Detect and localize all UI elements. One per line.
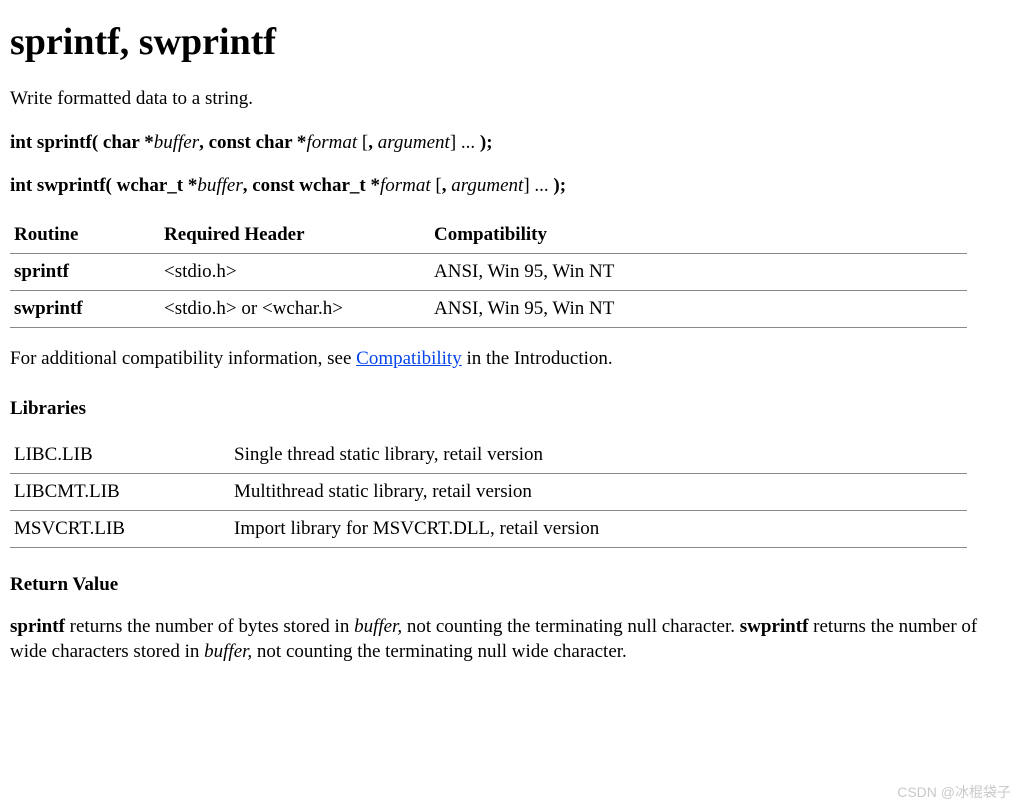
table-row: swprintf <stdio.h> or <wchar.h> ANSI, Wi… (10, 290, 967, 327)
sig-param: format (306, 132, 357, 153)
sig-text: ); (553, 175, 566, 196)
col-routine: Routine (10, 217, 160, 254)
table-row: MSVCRT.LIB Import library for MSVCRT.DLL… (10, 511, 967, 548)
cell-header: <stdio.h> (160, 253, 430, 290)
libraries-heading: Libraries (10, 396, 1007, 422)
compat-note-pre: For additional compatibility information… (10, 348, 356, 369)
sig-text: int sprintf( char * (10, 132, 154, 153)
ret-param: buffer, (354, 616, 402, 637)
signature-swprintf: int swprintf( wchar_t *buffer, const wch… (10, 173, 1007, 199)
return-value-heading: Return Value (10, 572, 1007, 598)
compatibility-table: Routine Required Header Compatibility sp… (10, 217, 967, 328)
col-compatibility: Compatibility (430, 217, 967, 254)
intro-text: Write formatted data to a string. (10, 86, 1007, 112)
sig-text: , (442, 175, 452, 196)
return-line: sprintf returns the number of bytes stor… (10, 614, 1007, 665)
cell-libdesc: Multithread static library, retail versi… (230, 474, 967, 511)
ret-param: buffer, (204, 641, 252, 662)
ret-text: not counting the terminating null wide c… (252, 641, 627, 662)
ret-func: sprintf (10, 616, 65, 637)
table-header-row: Routine Required Header Compatibility (10, 217, 967, 254)
sig-text: ); (480, 132, 493, 153)
table-row: sprintf <stdio.h> ANSI, Win 95, Win NT (10, 253, 967, 290)
sig-text: ] ... (523, 175, 553, 196)
ret-text: returns the number of bytes stored in (65, 616, 354, 637)
cell-libname: MSVCRT.LIB (10, 511, 230, 548)
cell-compat: ANSI, Win 95, Win NT (430, 290, 967, 327)
watermark: CSDN @冰棍袋子 (897, 782, 1011, 802)
sig-text: [ (357, 132, 368, 153)
sig-text: int swprintf( wchar_t * (10, 175, 197, 196)
page-title: sprintf, swprintf (10, 20, 1007, 64)
return-value-text: sprintf returns the number of bytes stor… (10, 614, 1007, 665)
compat-note-post: in the Introduction. (462, 348, 613, 369)
sig-param: argument (378, 132, 450, 153)
cell-header: <stdio.h> or <wchar.h> (160, 290, 430, 327)
col-required-header: Required Header (160, 217, 430, 254)
cell-libdesc: Import library for MSVCRT.DLL, retail ve… (230, 511, 967, 548)
cell-libdesc: Single thread static library, retail ver… (230, 437, 967, 474)
sig-param: buffer (154, 132, 199, 153)
sig-text: , const char * (199, 132, 306, 153)
sig-param: format (380, 175, 431, 196)
cell-routine: sprintf (10, 253, 160, 290)
sig-param: argument (451, 175, 523, 196)
table-row: LIBC.LIB Single thread static library, r… (10, 437, 967, 474)
sig-text: , (368, 132, 378, 153)
signature-sprintf: int sprintf( char *buffer, const char *f… (10, 130, 1007, 156)
sig-text: [ (431, 175, 442, 196)
sig-text: , const wchar_t * (243, 175, 380, 196)
cell-compat: ANSI, Win 95, Win NT (430, 253, 967, 290)
cell-routine: swprintf (10, 290, 160, 327)
table-row: LIBCMT.LIB Multithread static library, r… (10, 474, 967, 511)
libraries-table: LIBC.LIB Single thread static library, r… (10, 437, 967, 548)
sig-text: ] ... (450, 132, 480, 153)
cell-libname: LIBC.LIB (10, 437, 230, 474)
compat-note: For additional compatibility information… (10, 346, 1007, 372)
ret-func: swprintf (740, 616, 809, 637)
compatibility-link[interactable]: Compatibility (356, 348, 462, 369)
sig-param: buffer (197, 175, 242, 196)
cell-libname: LIBCMT.LIB (10, 474, 230, 511)
ret-text: not counting the terminating null charac… (402, 616, 740, 637)
